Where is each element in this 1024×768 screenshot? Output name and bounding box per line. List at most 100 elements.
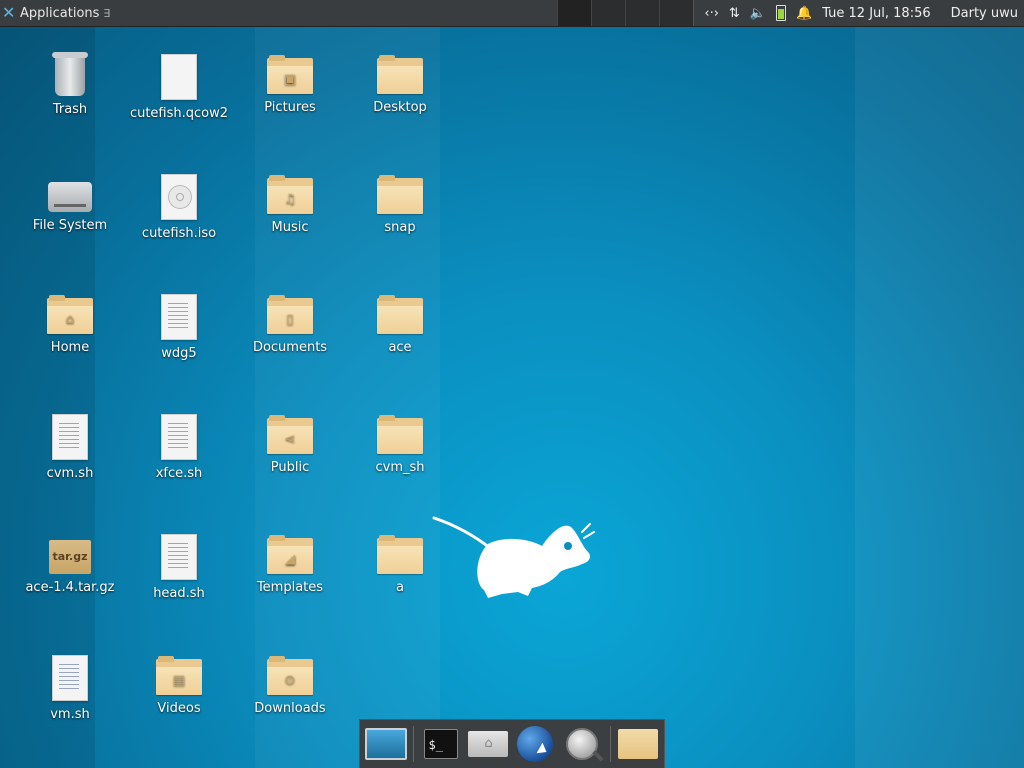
folder-icon [377,175,423,214]
folder-icon [377,415,423,454]
dock-file-manager[interactable]: ⌂ [467,724,510,764]
desktop-icon-label: snap [384,220,416,235]
desktop-icon-videos[interactable]: ▤ Videos [124,653,234,717]
trash-icon [52,52,88,96]
desktop-icon-label: head.sh [153,586,205,601]
folder-documents-icon: ▯ [267,295,313,334]
workspace-3[interactable] [625,0,660,26]
folder-downloads-icon: ⊙ [267,656,313,695]
desktop-icon-label: Videos [157,701,201,716]
desktop-icon-cvm-sh[interactable]: cvm.sh [15,412,125,482]
desktop-icon-label: cutefish.qcow2 [129,106,229,121]
desktop-icon-trash[interactable]: Trash [15,52,125,118]
workspace-1[interactable] [557,0,592,26]
desktop-icon-label: Pictures [264,100,316,115]
network-transfer-icon[interactable]: ⇅ [729,6,740,21]
desktop-icon-label: cvm.sh [46,466,94,481]
volume-icon[interactable]: 🔈 [750,6,766,21]
folder-public-icon: ⋖ [267,415,313,454]
desktop-icon-desktop[interactable]: Desktop [345,52,455,116]
system-tray: ‹·› ⇅ 🔈 🔔 Tue 12 Jul, 18:56 Darty uwu [693,0,1024,26]
dock-separator [413,726,414,762]
disc-image-icon [161,174,197,220]
hard-drive-icon [48,182,92,212]
applications-menu-button[interactable]: ✕ Applications ∃ [0,0,114,26]
desktop-icon-xfce-sh[interactable]: xfce.sh [124,412,234,482]
folder-icon [618,729,659,759]
folder-templates-icon: ◢ [267,535,313,574]
desktop-icon-label: Desktop [373,100,427,115]
desktop-icon-pictures[interactable]: ▣ Pictures [235,52,345,116]
network-connection-icon[interactable]: ‹·› [704,6,719,21]
desktop-icon-label: ace-1.4.tar.gz [25,580,115,595]
folder-icon [377,55,423,94]
desktop-icon-downloads[interactable]: ⊙ Downloads [235,653,345,717]
folder-home-icon: ⌂ [47,295,93,334]
battery-icon[interactable] [776,5,787,21]
desktop-icon-file-system[interactable]: File System [15,172,125,234]
notification-bell-icon[interactable]: 🔔 [796,6,812,21]
dock-folder[interactable] [617,724,660,764]
desktop-icon-label: Home [50,340,90,355]
desktop-icon-label: Documents [252,340,328,355]
desktop-icon-ace-tar-gz[interactable]: tar.gz ace-1.4.tar.gz [15,532,125,596]
folder-music-icon: ♫ [267,175,313,214]
desktop-icon-label: xfce.sh [155,466,203,481]
app-finder-icon [566,728,599,760]
text-file-icon [52,414,88,460]
desktop-icon-cutefish-qcow2[interactable]: cutefish.qcow2 [124,52,234,122]
folder-videos-icon: ▤ [156,656,202,695]
desktop-icon-music[interactable]: ♫ Music [235,172,345,236]
workspace-2[interactable] [591,0,626,26]
desktop-icon-ace[interactable]: ace [345,292,455,356]
clock[interactable]: Tue 12 Jul, 18:56 [822,6,930,21]
desktop-icon-label: Public [270,460,310,475]
bottom-dock: $_ ⌂ [359,719,665,768]
desktop-icon-label: ace [388,340,412,355]
dock-web-browser[interactable] [514,724,557,764]
show-desktop-icon [364,728,407,760]
applications-separator: ∃ [103,6,111,20]
workspace-4[interactable] [659,0,694,26]
desktop-icon-templates[interactable]: ◢ Templates [235,532,345,596]
desktop-icon-label: Music [271,220,309,235]
window-buttons-area [114,0,557,26]
desktop-icon-label: Downloads [254,701,326,716]
dock-show-desktop[interactable] [364,724,407,764]
desktop-icon-head-sh[interactable]: head.sh [124,532,234,602]
user-menu[interactable]: Darty uwu [941,6,1018,21]
text-file-icon [161,414,197,460]
file-manager-icon: ⌂ [468,731,509,757]
top-panel: ✕ Applications ∃ ‹·› ⇅ 🔈 🔔 Tue 12 Jul, 1… [0,0,1024,26]
desktop-icon-cutefish-iso[interactable]: cutefish.iso [124,172,234,242]
applications-label: Applications [20,5,100,21]
folder-pictures-icon: ▣ [267,55,313,94]
file-icon [161,54,197,100]
desktop-icon-label: Trash [52,102,88,117]
desktop-icon-label: Templates [256,580,324,595]
desktop-icon-label: cutefish.iso [141,226,217,241]
desktop-icon-public[interactable]: ⋖ Public [235,412,345,476]
text-file-icon [161,294,197,340]
xfce-mouse-logo-icon [432,516,595,598]
xfce-logo-icon: ✕ [2,3,16,22]
web-browser-icon [517,726,554,762]
folder-icon [377,535,423,574]
desktop-icon-documents[interactable]: ▯ Documents [235,292,345,356]
folder-icon [377,295,423,334]
dock-app-finder[interactable] [561,724,604,764]
desktop-icon-wdg5[interactable]: wdg5 [124,292,234,362]
desktop-icon-home[interactable]: ⌂ Home [15,292,125,356]
workspace-switcher [557,0,694,26]
desktop-icon-vm-sh[interactable]: vm.sh [15,653,125,723]
dock-terminal[interactable]: $_ [420,724,463,764]
dock-separator [609,726,611,762]
archive-icon: tar.gz [49,540,91,574]
desktop-icon-cvm-sh-folder[interactable]: cvm_sh [345,412,455,476]
desktop-icon-label: File System [32,218,108,233]
desktop-icon-label: vm.sh [50,707,90,722]
text-file-icon [161,534,197,580]
text-file-icon [52,655,88,701]
terminal-icon: $_ [424,729,459,759]
desktop-icon-snap[interactable]: snap [345,172,455,236]
